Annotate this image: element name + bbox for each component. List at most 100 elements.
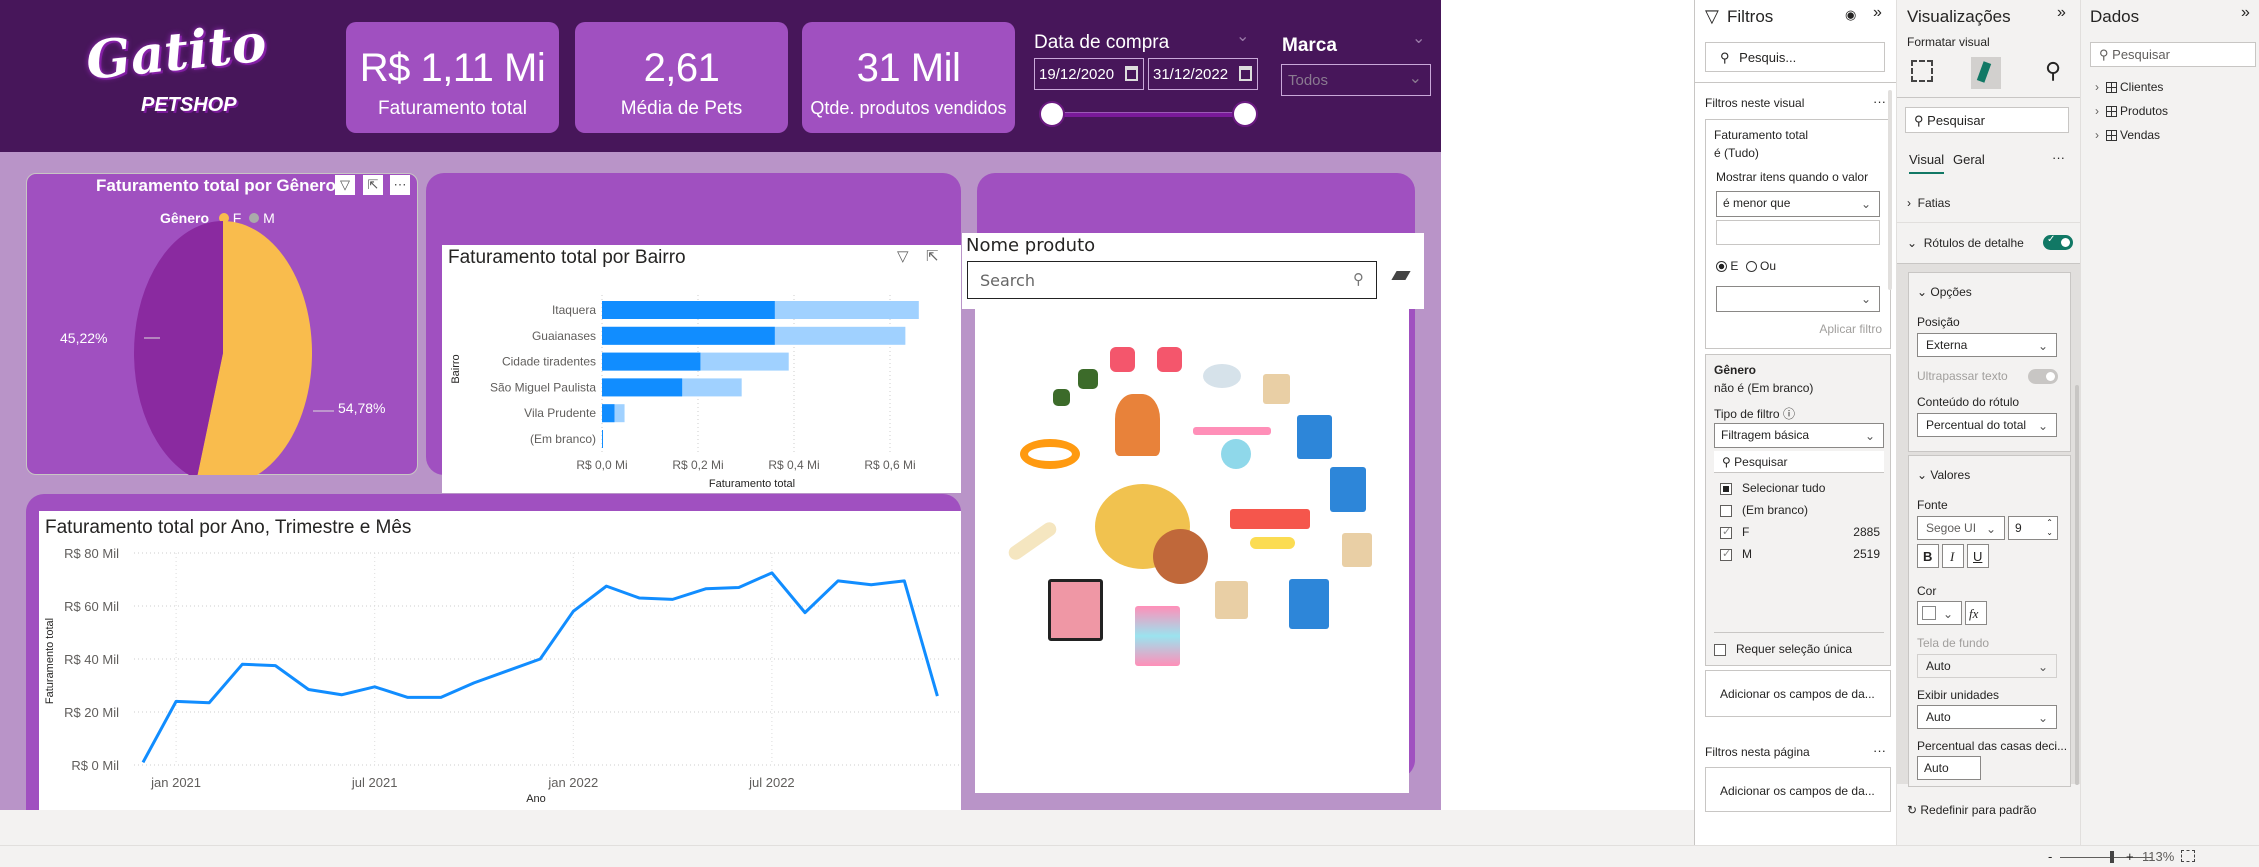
add-fields-page-drop[interactable]: Adicionar os campos de da... — [1705, 767, 1891, 812]
product-image-grid[interactable] — [975, 309, 1409, 793]
section-fatias[interactable]: › Fatias — [1907, 196, 1950, 210]
tab-geral[interactable]: Geral — [1953, 152, 1985, 167]
overflow-toggle[interactable] — [2028, 369, 2058, 384]
table-item-vendas[interactable]: › Vendas — [2095, 128, 2168, 152]
more-options-icon[interactable]: ··· — [2052, 150, 2065, 165]
checkbox[interactable] — [1720, 504, 1732, 517]
genero-search-input[interactable]: ⚲ Pesquisar — [1714, 451, 1884, 473]
format-visual-icon[interactable] — [1971, 57, 2001, 89]
viz-search-input[interactable]: ⚲ Pesquisar — [1905, 107, 2069, 133]
jacket-icon[interactable] — [1157, 347, 1182, 372]
treat-bag-icon[interactable] — [1048, 579, 1103, 641]
sweater-icon[interactable] — [1053, 389, 1070, 406]
jacket-icon[interactable] — [1110, 347, 1135, 372]
tab-visual[interactable]: Visual — [1909, 152, 1945, 174]
eraser-icon[interactable] — [1391, 271, 1411, 280]
font-size-stepper[interactable]: 9 ⌃ ⌄ — [2008, 516, 2058, 540]
dog-icon[interactable] — [1115, 394, 1160, 456]
line-visual[interactable]: Faturamento total por Ano, Trimestre e M… — [39, 511, 961, 810]
font-dropdown[interactable]: Segoe UI ⌄ — [1917, 516, 2005, 540]
calendar-icon[interactable] — [1125, 66, 1138, 81]
bone-tag-icon[interactable] — [1250, 537, 1295, 549]
units-dropdown[interactable]: Auto ⌄ — [1917, 705, 2057, 729]
fit-to-page-icon[interactable] — [2181, 850, 2195, 862]
chevron-right-icon[interactable]: › — [2095, 104, 2099, 118]
mouse-toy-icon[interactable] — [1203, 364, 1241, 388]
position-dropdown[interactable]: Externa ⌄ — [1917, 333, 2057, 357]
add-fields-visual-drop[interactable]: Adicionar os campos de da... — [1705, 670, 1891, 717]
chevron-right-icon[interactable]: › — [2095, 80, 2099, 94]
table-item-clientes[interactable]: › Clientes — [2095, 80, 2168, 104]
table-item-produtos[interactable]: › Produtos — [2095, 104, 2168, 128]
food-bag-icon[interactable] — [1342, 533, 1372, 567]
radio-or[interactable] — [1745, 261, 1757, 273]
checkbox[interactable] — [1720, 482, 1732, 495]
label-content-dropdown[interactable]: Percentual do total ⌄ — [1917, 413, 2057, 437]
collapse-icon[interactable]: » — [1873, 4, 1882, 22]
chevron-right-icon[interactable]: › — [2095, 128, 2099, 142]
apply-filter-button[interactable]: Aplicar filtro — [1819, 322, 1882, 336]
checkbox[interactable]: ✓ — [1720, 526, 1732, 539]
filter-card-genero[interactable]: Gênero não é (Em branco) Tipo de filtro … — [1705, 354, 1891, 666]
eye-icon[interactable]: ◉ — [1845, 7, 1856, 23]
cat-food-icon[interactable] — [1289, 579, 1329, 629]
orange-collar-icon[interactable] — [1020, 439, 1080, 469]
chevron-down-icon[interactable]: ⌄ — [1236, 26, 1249, 46]
info-icon[interactable]: ⓘ — [1783, 407, 1795, 421]
calendar-icon[interactable] — [1239, 66, 1252, 81]
filter-card-faturamento[interactable]: Faturamento total é (Tudo) Mostrar itens… — [1705, 119, 1891, 349]
slider-end-handle[interactable] — [1232, 101, 1258, 127]
single-select-checkbox[interactable]: Requer seleção única — [1714, 642, 1852, 656]
more-options-icon[interactable]: ··· — [1873, 94, 1886, 109]
end-date-input[interactable]: 31/12/2022 — [1148, 58, 1258, 90]
underline-button[interactable]: U — [1967, 544, 1989, 568]
filter-list-item[interactable]: (Em branco) — [1720, 503, 1880, 525]
cat-food-icon[interactable] — [1330, 467, 1366, 512]
zoom-in-button[interactable]: + — [2126, 849, 2134, 864]
red-collar-icon[interactable] — [1230, 509, 1310, 529]
value-input[interactable] — [1716, 220, 1880, 245]
filter-list-item[interactable]: ✓ M 2519 — [1720, 547, 1880, 569]
pink-collar-icon[interactable] — [1193, 427, 1271, 435]
filters-scrollbar[interactable] — [1888, 90, 1892, 290]
food-bag-icon[interactable] — [1263, 374, 1290, 404]
more-options-icon[interactable]: ··· — [1873, 743, 1886, 758]
color-picker[interactable]: ⌄ — [1917, 601, 1962, 625]
product-search-input[interactable]: Search ⚲ — [967, 261, 1377, 299]
slider-start-handle[interactable] — [1039, 101, 1065, 127]
tag-icon[interactable] — [1221, 439, 1251, 469]
ball-toy-icon[interactable] — [1153, 529, 1208, 584]
cat-food-icon[interactable] — [1297, 415, 1332, 459]
data-search-input[interactable]: ⚲ Pesquisar — [2090, 42, 2256, 67]
reset-default-button[interactable]: ↻ Redefinir para padrão — [1907, 803, 2036, 817]
kpi-card-qtde[interactable]: 31 Mil Qtde. produtos vendidos — [802, 22, 1015, 133]
food-bag-icon[interactable] — [1215, 581, 1248, 619]
operator-dropdown[interactable]: é menor que ⌄ — [1716, 191, 1880, 217]
section-rotulos[interactable]: ⌄ Rótulos de detalhe — [1907, 236, 2024, 250]
zoom-slider-handle[interactable] — [2110, 851, 2114, 863]
kpi-card-faturamento[interactable]: R$ 1,11 Mi Faturamento total — [346, 22, 559, 133]
radio-and[interactable] — [1716, 261, 1727, 273]
chevron-down-icon[interactable]: ⌄ — [1412, 28, 1425, 48]
zoom-slider-track[interactable] — [2060, 857, 2152, 858]
checkbox[interactable] — [1714, 643, 1726, 656]
kpi-card-media-pets[interactable]: 2,61 Média de Pets — [575, 22, 788, 133]
collapse-icon[interactable]: » — [2057, 4, 2066, 22]
bold-button[interactable]: B — [1917, 544, 1939, 568]
checkbox[interactable]: ✓ — [1720, 548, 1732, 561]
italic-button[interactable]: I — [1942, 544, 1964, 568]
second-operator-dropdown[interactable]: ⌄ — [1716, 286, 1880, 312]
brand-dropdown[interactable]: Todos ⌄ — [1281, 64, 1431, 96]
build-visual-icon[interactable] — [1911, 60, 1933, 82]
fx-button[interactable]: fx — [1965, 601, 1987, 625]
filter-type-dropdown[interactable]: Filtragem básica ⌄ — [1714, 423, 1884, 448]
bone-icon[interactable] — [1005, 519, 1060, 563]
card-header-opcoes[interactable]: ⌄ Opções — [1917, 285, 1972, 299]
collapse-icon[interactable]: » — [2241, 4, 2250, 22]
filters-search-input[interactable]: ⚲ Pesquis... — [1705, 42, 1885, 72]
filter-list-item[interactable]: ✓ F 2885 — [1720, 525, 1880, 547]
cat-can-icon[interactable] — [1135, 606, 1180, 666]
filter-list-item[interactable]: Selecionar tudo — [1720, 481, 1880, 503]
bar-visual[interactable]: Faturamento total por Bairro ▽ ⇱ R$ 0,0 … — [442, 245, 961, 493]
sweater-icon[interactable] — [1078, 369, 1098, 389]
